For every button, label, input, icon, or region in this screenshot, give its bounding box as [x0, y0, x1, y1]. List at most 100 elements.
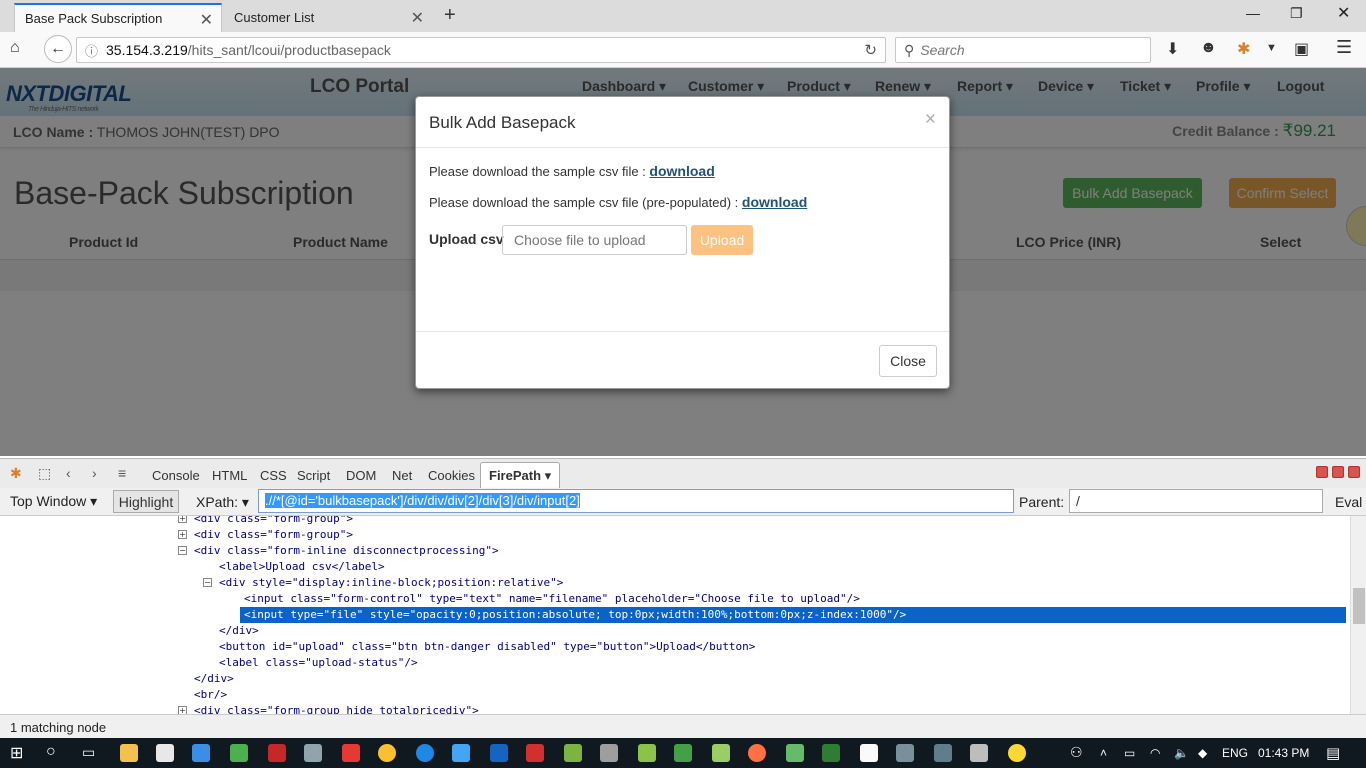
home-icon[interactable]: ⌂	[10, 39, 20, 57]
settings-icon[interactable]	[970, 744, 988, 762]
tree-node[interactable]: <label class="upload-status"/>	[219, 655, 418, 671]
expand-icon[interactable]: +	[178, 516, 187, 523]
tree-node[interactable]: </div>	[219, 623, 259, 639]
firebug-icon[interactable]: ✱	[1237, 39, 1250, 59]
download-sample-link[interactable]: download	[649, 163, 714, 179]
close-window-icon[interactable]: ✕	[1337, 3, 1350, 23]
android-icon[interactable]	[712, 744, 730, 762]
close-icon[interactable]: ×	[925, 109, 936, 131]
download-prepopulated-link[interactable]: download	[742, 194, 807, 210]
back-icon[interactable]: ←	[44, 35, 72, 63]
window-select[interactable]: Top Window ▾	[10, 493, 97, 510]
collapse-icon[interactable]: −	[178, 546, 187, 555]
upload-button[interactable]: Upload	[691, 225, 753, 255]
app-icon[interactable]	[490, 744, 508, 762]
forward-icon[interactable]: ›	[92, 465, 97, 481]
app-icon[interactable]	[638, 744, 656, 762]
file-upload-input[interactable]: Choose file to upload	[502, 225, 687, 255]
app-icon[interactable]	[564, 744, 582, 762]
tab-net[interactable]: Net	[392, 468, 412, 483]
tree-scrollbar[interactable]	[1350, 516, 1366, 714]
tab-cookies[interactable]: Cookies	[428, 468, 475, 483]
tree-node[interactable]: <div style="display:inline-block;positio…	[219, 575, 563, 591]
tree-node[interactable]: </div>	[194, 671, 234, 687]
firebug-icon[interactable]: ✱	[10, 465, 22, 482]
browser-tab-customer-list[interactable]: Customer List ✕	[224, 3, 432, 32]
tree-node[interactable]: <br/>	[194, 687, 227, 703]
tree-node[interactable]: <div class="form-group hide totalpricedi…	[194, 703, 479, 714]
clock[interactable]: 01:43 PM	[1258, 746, 1309, 760]
info-icon[interactable]: ⓘ	[85, 41, 98, 60]
close-button[interactable]: Close	[879, 345, 937, 377]
pycharm-icon[interactable]	[674, 744, 692, 762]
app-icon[interactable]	[896, 744, 914, 762]
tree-node[interactable]: <div class="form-inline disconnectproces…	[194, 543, 499, 559]
tab-html[interactable]: HTML	[212, 468, 247, 483]
chevron-down-icon[interactable]: ▼	[1266, 42, 1277, 54]
collapse-icon[interactable]: −	[203, 578, 212, 587]
back-icon[interactable]: ‹	[66, 465, 71, 481]
parent-input[interactable]: /	[1069, 489, 1323, 513]
tree-node[interactable]: <div class="form-group">	[194, 527, 353, 543]
teamviewer-icon[interactable]	[416, 744, 434, 762]
highlight-button[interactable]: Highlight	[113, 490, 179, 513]
tab-dom[interactable]: DOM	[346, 468, 376, 483]
language-indicator[interactable]: ENG	[1222, 746, 1248, 760]
minimize-icon[interactable]	[1316, 466, 1328, 478]
app-icon[interactable]	[786, 744, 804, 762]
new-tab-icon[interactable]: +	[444, 4, 456, 27]
expand-icon[interactable]: +	[178, 706, 187, 714]
dropbox-icon[interactable]: ◆	[1198, 746, 1207, 760]
search-input[interactable]: ⚲ Search	[895, 37, 1151, 63]
detach-icon[interactable]	[1332, 466, 1344, 478]
tree-node[interactable]: <label>Upload csv</label>	[219, 559, 385, 575]
minimize-icon[interactable]: —	[1246, 5, 1260, 21]
app-icon[interactable]	[600, 744, 618, 762]
xpath-selector[interactable]: XPath: ▾	[196, 494, 249, 511]
cortana-icon[interactable]: ○	[46, 743, 56, 761]
mcafee-icon[interactable]	[268, 744, 286, 762]
expand-icon[interactable]: +	[178, 530, 187, 539]
app-icon[interactable]	[526, 744, 544, 762]
chevron-up-icon[interactable]: ˄	[1100, 746, 1107, 760]
close-icon[interactable]	[1348, 466, 1360, 478]
scrollbar-thumb[interactable]	[1353, 588, 1365, 624]
chrome-icon[interactable]	[1008, 744, 1026, 762]
tab-console[interactable]: Console	[152, 468, 200, 483]
tab-script[interactable]: Script	[297, 468, 330, 483]
restore-icon[interactable]: ❐	[1290, 5, 1303, 22]
browser-tab-base-pack[interactable]: Base Pack Subscription ✕	[14, 3, 222, 32]
url-bar[interactable]: ⓘ 35.154.3.219 /hits_sant/lcoui/productb…	[76, 37, 886, 63]
file-explorer-icon[interactable]	[120, 744, 138, 762]
firefox-icon[interactable]	[748, 744, 766, 762]
windows-start-icon[interactable]: ⊞	[10, 743, 23, 763]
inspect-icon[interactable]: ⬚	[38, 465, 51, 482]
close-icon[interactable]: ✕	[411, 8, 424, 28]
sidebar-icon[interactable]: ▣	[1294, 39, 1309, 59]
app-icon[interactable]	[860, 744, 878, 762]
command-line-icon[interactable]: ≡	[118, 465, 126, 481]
people-icon[interactable]: ⚇	[1070, 744, 1083, 761]
tab-firepath[interactable]: FirePath ▾	[480, 462, 561, 489]
menu-icon[interactable]: ☰	[1336, 37, 1352, 58]
xpath-input[interactable]: .//*[@id='bulkbasepack']/div/div/div[2]/…	[258, 489, 1014, 513]
tree-node[interactable]: <button id="upload" class="btn btn-dange…	[219, 639, 755, 655]
chrome-icon[interactable]	[378, 744, 396, 762]
eval-button[interactable]: Eval	[1335, 494, 1362, 510]
task-view-icon[interactable]: ▭	[82, 744, 95, 761]
wifi-icon[interactable]: ◠	[1150, 746, 1160, 760]
app-icon[interactable]	[230, 744, 248, 762]
app-icon[interactable]	[934, 744, 952, 762]
reload-icon[interactable]: ↻	[864, 41, 877, 59]
tree-node-selected[interactable]: <input type="file" style="opacity:0;posi…	[240, 607, 1346, 623]
emoji-icon[interactable]: ☻	[1200, 39, 1217, 57]
tree-node[interactable]: <div class="form-group">	[194, 516, 353, 527]
volume-icon[interactable]: 🔈	[1174, 746, 1189, 760]
app-icon[interactable]	[342, 744, 360, 762]
tree-node[interactable]: <input class="form-control" type="text" …	[244, 591, 860, 607]
notifications-icon[interactable]: ▤	[1326, 744, 1340, 762]
download-icon[interactable]: ⬇	[1166, 39, 1179, 59]
battery-icon[interactable]: ▭	[1124, 746, 1135, 760]
store-icon[interactable]	[156, 744, 174, 762]
app-icon[interactable]	[452, 744, 470, 762]
